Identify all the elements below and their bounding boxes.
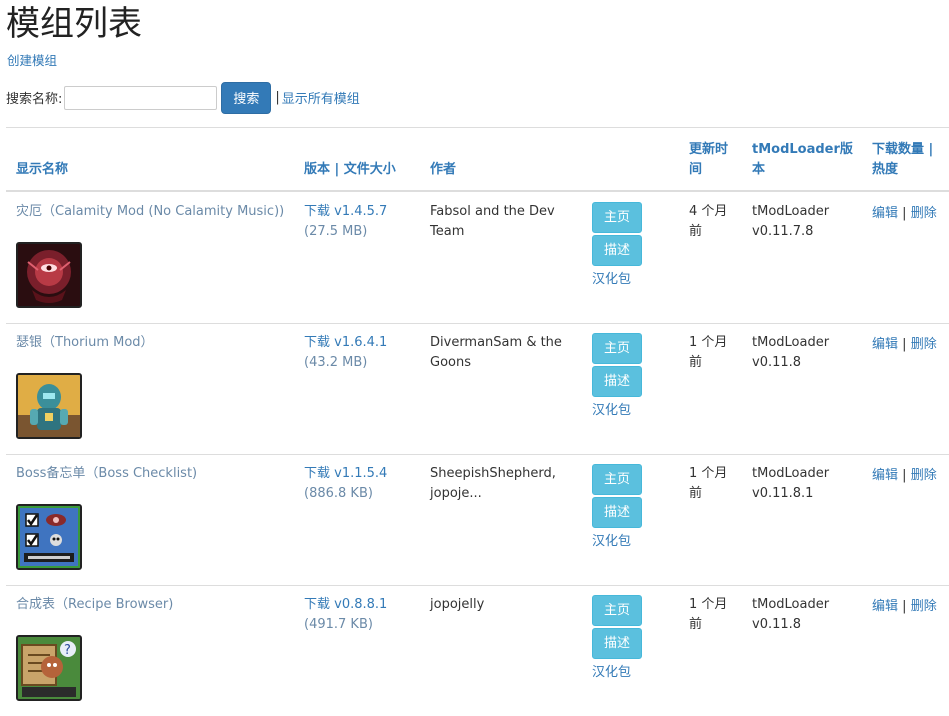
description-button[interactable]: 描述 — [592, 366, 642, 397]
header-downloads-popularity[interactable]: 下载数量 | 热度 — [872, 140, 933, 180]
svg-text:?: ? — [64, 643, 71, 658]
mod-name: 瑟银（Thorium Mod） — [16, 335, 154, 350]
localization-pack-link[interactable]: 汉化包 — [592, 530, 631, 549]
tml-line1: tModLoader — [752, 597, 830, 612]
row-actions: 编辑 | 删除 — [872, 204, 937, 224]
tml-line2: v0.11.8 — [752, 617, 802, 632]
edit-link[interactable]: 编辑 — [872, 599, 898, 614]
page-title: 模组列表 — [6, 4, 142, 44]
create-mod-link[interactable]: 创建模组 — [7, 50, 57, 69]
mod-name: Boss备忘单（Boss Checklist) — [16, 466, 198, 481]
search-button[interactable]: 搜索 — [221, 81, 272, 114]
localization-pack-link[interactable]: 汉化包 — [592, 268, 631, 287]
updated-line2: 前 — [689, 355, 703, 370]
recipe-browser-icon: ? — [16, 635, 82, 701]
download-link[interactable]: 下载 v1.4.5.7 — [304, 202, 387, 222]
search-separator: | — [275, 90, 280, 105]
delete-link[interactable]: 删除 — [911, 337, 937, 352]
updated-line2: 前 — [689, 486, 703, 501]
table-row: 灾厄（Calamity Mod (No Calamity Music)) 下载 … — [6, 192, 949, 324]
row-actions: 编辑 | 删除 — [872, 597, 937, 617]
tml-line2: v0.11.8 — [752, 355, 802, 370]
homepage-button[interactable]: 主页 — [592, 595, 642, 626]
calamity-mod-icon — [16, 242, 82, 308]
file-size: (43.2 MB) — [304, 355, 368, 370]
file-size: (27.5 MB) — [304, 224, 368, 239]
author-line2: Goons — [430, 355, 471, 370]
tml-line2: v0.11.7.8 — [752, 224, 814, 239]
search-bar: 搜索名称: 搜索 | 显示所有模组 — [6, 81, 360, 114]
updated-line1: 1 个月 — [689, 335, 728, 350]
author-line1: DivermanSam & the — [430, 335, 562, 350]
header-version-size[interactable]: 版本 | 文件大小 — [304, 160, 396, 180]
header-downloads-line1: 下载数量 | — [872, 142, 934, 157]
header-tml-line2: 本 — [752, 162, 766, 177]
updated-line2: 前 — [689, 617, 703, 632]
description-button[interactable]: 描述 — [592, 235, 642, 266]
localization-pack-link[interactable]: 汉化包 — [592, 661, 631, 680]
header-author[interactable]: 作者 — [430, 160, 456, 180]
download-link[interactable]: 下载 v0.8.8.1 — [304, 595, 387, 615]
header-display-name[interactable]: 显示名称 — [16, 160, 68, 180]
author-line1: Fabsol and the Dev — [430, 204, 555, 219]
description-button[interactable]: 描述 — [592, 628, 642, 659]
author-line1: jopojelly — [430, 597, 485, 612]
thorium-mod-icon — [16, 373, 82, 439]
header-tml-line1: tModLoader版 — [752, 142, 853, 157]
download-link[interactable]: 下载 v1.1.5.4 — [304, 464, 387, 484]
action-separator: | — [902, 206, 907, 221]
localization-pack-link[interactable]: 汉化包 — [592, 399, 631, 418]
homepage-button[interactable]: 主页 — [592, 464, 642, 495]
header-updated[interactable]: 更新时 间 — [689, 140, 728, 180]
show-all-mods-link[interactable]: 显示所有模组 — [282, 88, 360, 107]
header-updated-line2: 间 — [689, 162, 703, 177]
table-row: 瑟银（Thorium Mod） 下载 v1.6.4.1 (43.2 MB) Di… — [6, 323, 949, 455]
download-link[interactable]: 下载 v1.6.4.1 — [304, 333, 387, 353]
table-row: Boss备忘单（Boss Checklist) 下载 v1.1.5.4 (886… — [6, 454, 949, 586]
mod-name: 合成表（Recipe Browser) — [16, 597, 174, 612]
file-size: (886.8 KB) — [304, 486, 373, 501]
description-button[interactable]: 描述 — [592, 497, 642, 528]
search-label: 搜索名称: — [6, 92, 63, 107]
header-updated-line1: 更新时 — [689, 142, 729, 157]
updated-line1: 1 个月 — [689, 597, 728, 612]
author-line1: SheepishShepherd, — [430, 466, 556, 481]
action-separator: | — [902, 468, 907, 483]
tml-line1: tModLoader — [752, 335, 830, 350]
updated-line1: 1 个月 — [689, 466, 728, 481]
action-separator: | — [902, 599, 907, 614]
tml-line1: tModLoader — [752, 466, 830, 481]
mod-name: 灾厄（Calamity Mod (No Calamity Music)) — [16, 204, 285, 219]
header-downloads-line2: 热度 — [872, 162, 899, 177]
boss-checklist-icon — [16, 504, 82, 570]
updated-line2: 前 — [689, 224, 703, 239]
edit-link[interactable]: 编辑 — [872, 337, 898, 352]
table-top-border — [6, 127, 949, 128]
delete-link[interactable]: 删除 — [911, 468, 937, 483]
tml-line2: v0.11.8.1 — [752, 486, 814, 501]
delete-link[interactable]: 删除 — [911, 599, 937, 614]
action-separator: | — [902, 337, 907, 352]
table-row: 合成表（Recipe Browser) ? 下载 v0.8.8.1 (491.7… — [6, 585, 949, 716]
row-actions: 编辑 | 删除 — [872, 466, 937, 486]
edit-link[interactable]: 编辑 — [872, 206, 898, 221]
edit-link[interactable]: 编辑 — [872, 468, 898, 483]
homepage-button[interactable]: 主页 — [592, 202, 642, 233]
author-line2: jopoje... — [430, 486, 482, 501]
updated-line1: 4 个月 — [689, 204, 728, 219]
file-size: (491.7 KB) — [304, 617, 373, 632]
row-actions: 编辑 | 删除 — [872, 335, 937, 355]
delete-link[interactable]: 删除 — [911, 206, 937, 221]
tml-line1: tModLoader — [752, 204, 830, 219]
homepage-button[interactable]: 主页 — [592, 333, 642, 364]
search-input[interactable] — [64, 85, 218, 110]
author-line2: Team — [430, 224, 465, 239]
header-tmodloader-version[interactable]: tModLoader版 本 — [752, 140, 853, 180]
